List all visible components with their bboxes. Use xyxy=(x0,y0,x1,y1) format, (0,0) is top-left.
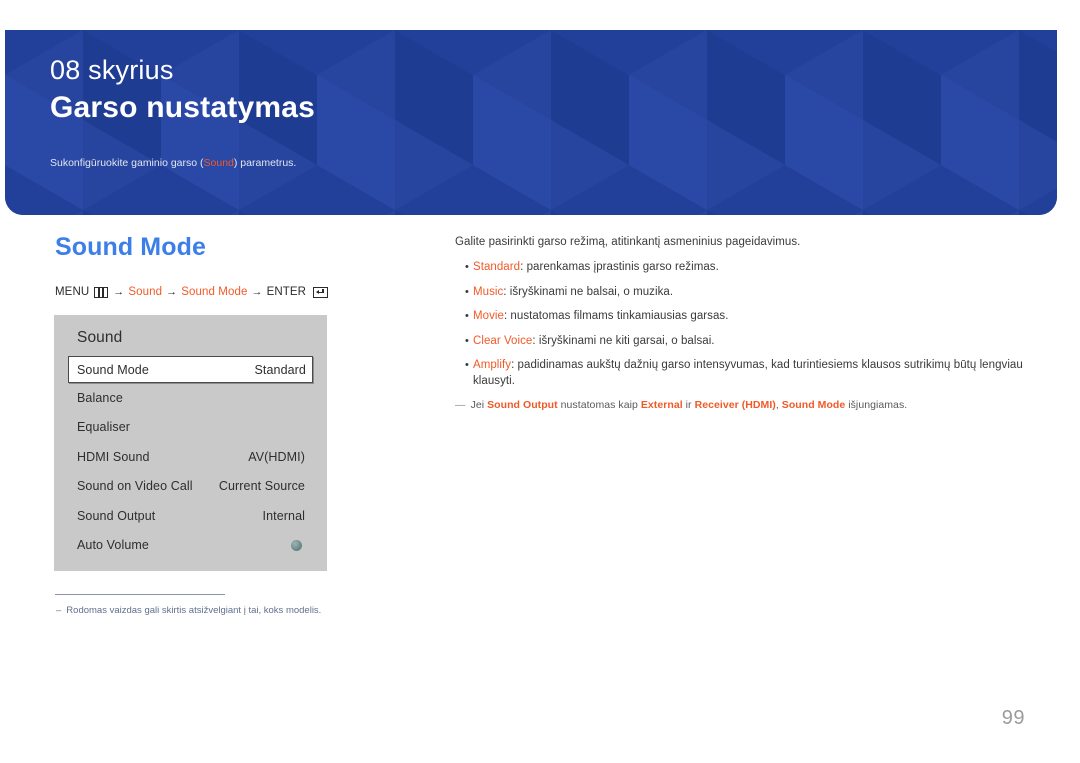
list-item-rest: : išryškinami ne kiti garsai, o balsai. xyxy=(532,334,715,347)
osd-row-list: Sound Mode Standard Balance Equaliser HD… xyxy=(68,356,313,560)
note-text: Jei Sound Output nustatomas kaip Externa… xyxy=(471,398,908,413)
osd-row-value: Standard xyxy=(254,362,306,377)
bullet-icon: • xyxy=(465,359,469,371)
breadcrumb-arrow-1: → xyxy=(113,286,125,298)
note-term-sound-mode: Sound Mode xyxy=(781,398,846,411)
manual-page: 08 skyrius Garso nustatymas Sukonfigūruo… xyxy=(0,0,1080,763)
intro-paragraph: Galite pasirinkti garso režimą, atitinka… xyxy=(455,236,801,248)
osd-menu-panel: Sound Sound Mode Standard Balance Equali… xyxy=(54,315,327,571)
bullet-icon: • xyxy=(465,334,469,347)
footnote-text: Rodomas vaizdas gali skirtis atsižvelgia… xyxy=(66,605,322,616)
list-item-term: Standard xyxy=(473,261,521,273)
list-item-body: Amplify: padidinamas aukštų dažnių garso… xyxy=(473,357,1033,389)
osd-row-sound-output[interactable]: Sound Output Internal xyxy=(68,501,313,531)
osd-row-hdmi-sound[interactable]: HDMI Sound AV(HDMI) xyxy=(68,442,313,472)
osd-panel-title: Sound xyxy=(77,329,123,346)
note-term-receiver-hdmi: Receiver (HDMI) xyxy=(694,398,776,411)
banner-subtitle: Sukonfigūruokite gaminio garso (Sound) p… xyxy=(50,156,1057,170)
note-part-5: išjungiamas. xyxy=(845,398,908,411)
list-item: • Standard: parenkamas įprastinis garso … xyxy=(455,259,1033,275)
breadcrumb-menu-label: MENU xyxy=(55,286,90,298)
banner-subtitle-before: Sukonfigūruokite gaminio garso ( xyxy=(50,157,204,169)
section-heading: Sound Mode xyxy=(55,233,206,261)
banner-subtitle-highlight: Sound xyxy=(203,157,234,169)
list-item-rest: : parenkamas įprastinis garso režimas. xyxy=(520,261,719,273)
chapter-title: Garso nustatymas xyxy=(50,91,315,124)
osd-row-auto-volume[interactable]: Auto Volume xyxy=(68,531,313,561)
list-item-term: Movie xyxy=(473,310,504,322)
menu-grid-icon xyxy=(94,286,109,298)
page-number: 99 xyxy=(1001,707,1025,729)
list-item-body: Standard: parenkamas įprastinis garso re… xyxy=(473,259,1033,275)
list-item-rest: : nustatomas filmams tinkamiausias garsa… xyxy=(503,310,729,322)
osd-row-value: AV(HDMI) xyxy=(248,449,305,464)
right-note: ― Jei Sound Output nustatomas kaip Exter… xyxy=(455,398,1033,413)
chapter-banner: 08 skyrius Garso nustatymas Sukonfigūruo… xyxy=(5,30,1057,215)
list-item: • Movie: nustatomas filmams tinkamiausia… xyxy=(455,308,1033,324)
breadcrumb-enter-label: ENTER xyxy=(266,286,307,298)
list-item-body: Clear Voice: išryškinami ne kiti garsai,… xyxy=(473,333,1033,349)
list-item-term: Music xyxy=(473,285,504,298)
note-part-3: ir xyxy=(682,398,695,411)
bullet-icon: • xyxy=(465,285,469,298)
list-item-rest: : padidinamas aukštų dažnių garso intens… xyxy=(473,359,1023,387)
osd-row-label: Equaliser xyxy=(77,420,131,435)
osd-row-label: Sound on Video Call xyxy=(77,479,193,494)
breadcrumb: MENU → Sound → Sound Mode → ENTER xyxy=(55,286,329,298)
list-item-term: Amplify xyxy=(473,359,512,371)
list-item-body: Music: išryškinami ne balsai, o muzika. xyxy=(473,284,1033,300)
enter-key-icon xyxy=(313,286,329,298)
footnote-divider xyxy=(55,594,225,595)
bullet-icon: • xyxy=(465,261,469,273)
left-footnote: – Rodomas vaizdas gali skirtis atsižvelg… xyxy=(56,604,321,618)
note-dash: ― xyxy=(455,398,466,411)
banner-subtitle-after: ) parametrus. xyxy=(233,157,297,169)
toggle-indicator-icon[interactable] xyxy=(291,539,302,551)
right-content-column: Galite pasirinkti garso režimą, atitinka… xyxy=(455,234,1033,413)
osd-row-sound-on-video-call[interactable]: Sound on Video Call Current Source xyxy=(68,472,313,502)
osd-row-balance[interactable]: Balance xyxy=(68,383,313,413)
breadcrumb-step-sound-mode[interactable]: Sound Mode xyxy=(181,286,247,298)
osd-row-label: Sound Mode xyxy=(77,362,149,377)
note-term-external: External xyxy=(640,398,683,411)
osd-row-value: Internal xyxy=(262,508,305,523)
list-item-rest: : išryškinami ne balsai, o muzika. xyxy=(503,285,674,298)
note-part-2: nustatomas kaip xyxy=(557,398,641,411)
list-item-body: Movie: nustatomas filmams tinkamiausias … xyxy=(473,308,1033,324)
list-item-term: Clear Voice xyxy=(473,334,533,347)
note-part-1: Jei xyxy=(470,398,488,411)
osd-row-equaliser[interactable]: Equaliser xyxy=(68,413,313,443)
breadcrumb-arrow-2: → xyxy=(166,286,178,298)
footnote-dash: – xyxy=(56,605,62,616)
osd-row-sound-mode[interactable]: Sound Mode Standard xyxy=(68,356,313,383)
list-item: • Clear Voice: išryškinami ne kiti garsa… xyxy=(455,333,1033,349)
osd-row-label: HDMI Sound xyxy=(77,449,150,464)
list-item: • Music: išryškinami ne balsai, o muzika… xyxy=(455,284,1033,300)
breadcrumb-step-sound[interactable]: Sound xyxy=(128,286,162,298)
osd-row-label: Balance xyxy=(77,390,123,405)
osd-row-value: Current Source xyxy=(218,479,305,494)
breadcrumb-arrow-3: → xyxy=(251,286,263,298)
osd-row-label: Auto Volume xyxy=(77,538,149,553)
chapter-number: 08 skyrius xyxy=(50,55,174,85)
list-item: • Amplify: padidinamas aukštų dažnių gar… xyxy=(455,357,1033,389)
note-term-sound-output: Sound Output xyxy=(487,398,558,411)
osd-row-label: Sound Output xyxy=(77,508,156,523)
sound-mode-bullet-list: • Standard: parenkamas įprastinis garso … xyxy=(455,259,1033,389)
bullet-icon: • xyxy=(465,310,469,322)
